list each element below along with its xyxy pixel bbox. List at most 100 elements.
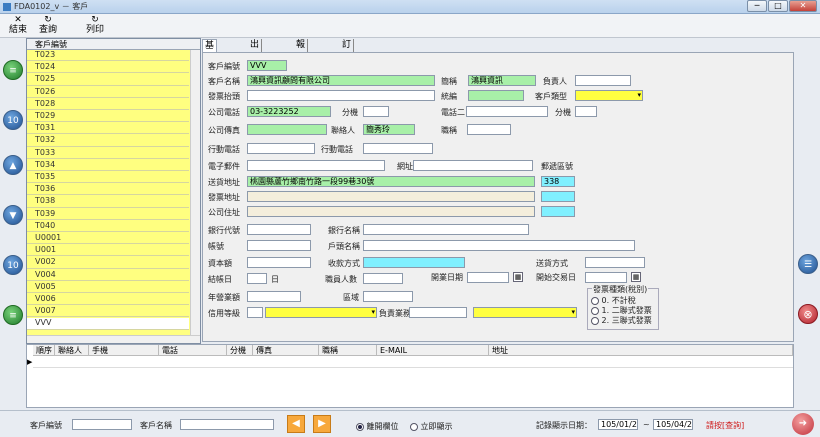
list-item[interactable]: T024: [27, 62, 189, 74]
list-item[interactable]: V005: [27, 282, 189, 294]
query-button[interactable]: ↻ 查詢: [33, 15, 63, 35]
maximize-button[interactable]: □: [768, 0, 788, 12]
email-label: 電子郵件: [208, 162, 240, 171]
bank-name-field[interactable]: [363, 224, 529, 235]
co-zip-field[interactable]: [541, 206, 575, 217]
ship-addr-field[interactable]: 桃園縣蘆竹鄉南竹路一段99巷30號: [247, 176, 535, 187]
title-field[interactable]: [467, 124, 511, 135]
phone-field[interactable]: 03-3223252: [247, 106, 331, 117]
new-row[interactable]: [33, 356, 793, 368]
calendar-icon[interactable]: ▦: [631, 272, 641, 282]
cust-no-field[interactable]: VVV: [247, 60, 287, 71]
closing-field[interactable]: [247, 273, 267, 284]
tab-shipping[interactable]: 出貨記錄: [248, 39, 263, 89]
tab-basic[interactable]: 基本資料: [202, 39, 218, 90]
list-item[interactable]: V004: [27, 270, 189, 281]
list-item[interactable]: U001: [27, 245, 189, 257]
inv-addr-field[interactable]: [247, 191, 535, 202]
account-field[interactable]: [247, 240, 311, 251]
list-scrollbar[interactable]: [190, 50, 200, 335]
list-item[interactable]: T040: [27, 221, 189, 233]
tab-quotes[interactable]: 報價記錄: [294, 39, 309, 89]
minimize-button[interactable]: ─: [747, 0, 767, 12]
owner-field[interactable]: [575, 75, 631, 86]
prev-page-button[interactable]: ◀: [287, 415, 305, 433]
list-item[interactable]: V007: [27, 306, 189, 318]
list-hscrollbar[interactable]: [27, 335, 200, 343]
inv-zip-field[interactable]: [541, 191, 575, 202]
radio-show-now[interactable]: 立即顯示: [410, 421, 453, 432]
payment-field[interactable]: [363, 257, 465, 268]
list-item[interactable]: T035: [27, 172, 189, 184]
credit-select[interactable]: [265, 307, 377, 318]
list-item[interactable]: T025: [27, 74, 189, 86]
list-item[interactable]: V006: [27, 294, 189, 306]
calendar-icon[interactable]: ▦: [513, 272, 523, 282]
date-to-field[interactable]: 105/04/23: [653, 419, 693, 430]
print-button[interactable]: ↻ 列印: [80, 15, 110, 35]
list-item[interactable]: T039: [27, 209, 189, 220]
credit-field[interactable]: [247, 307, 263, 318]
bottom-cust-no-field[interactable]: [72, 419, 132, 430]
staff-field[interactable]: [363, 273, 403, 284]
co-addr-field[interactable]: [247, 206, 535, 217]
list-item[interactable]: U0001: [27, 233, 189, 245]
close-button[interactable]: ✕: [789, 0, 817, 12]
exit-door-icon[interactable]: ➜: [792, 413, 814, 435]
bank-code-field[interactable]: [247, 224, 311, 235]
customer-list[interactable]: 客戶編號 T023 T024 T025 T026 T028 T029 T031 T032 T03…: [26, 38, 201, 344]
list-item[interactable]: T023: [27, 50, 189, 62]
tax-id-field[interactable]: [468, 90, 524, 101]
cust-name-field[interactable]: 鴻興資訊顧問有限公司: [247, 75, 435, 86]
exit-button[interactable]: ✕ 結束: [3, 15, 33, 35]
invoice-type-option-2[interactable]: 2. 三聯式發票: [591, 315, 652, 326]
delete-icon[interactable]: ⊗: [798, 304, 818, 324]
contacts-grid[interactable]: 順序 聯絡人 手機 電話 分機 傳真 職稱 E-MAIL 地址 ▶: [26, 344, 794, 408]
next-record-button[interactable]: ▼: [3, 205, 23, 225]
list-item[interactable]: VVV: [27, 318, 189, 330]
ext-field[interactable]: [363, 106, 389, 117]
phone2-field[interactable]: [466, 106, 548, 117]
email-field[interactable]: [247, 160, 385, 171]
capital-field[interactable]: [247, 257, 311, 268]
mobile-field[interactable]: [247, 143, 315, 154]
next-10-button[interactable]: 10: [3, 255, 23, 275]
list-item[interactable]: T033: [27, 148, 189, 159]
bottom-cust-name-field[interactable]: [180, 419, 274, 430]
list-item[interactable]: V002: [27, 257, 189, 269]
mobile2-field[interactable]: [363, 143, 433, 154]
list-item[interactable]: T036: [27, 184, 189, 196]
tab-orders[interactable]: 訂單記錄: [340, 39, 355, 89]
first-record-button[interactable]: ≡: [3, 60, 23, 80]
prev-record-button[interactable]: ▲: [3, 155, 23, 175]
invoice-title-field[interactable]: [247, 90, 435, 101]
fax-field[interactable]: [247, 124, 327, 135]
list-item[interactable]: T028: [27, 99, 189, 111]
list-item[interactable]: T029: [27, 111, 189, 123]
sales-select[interactable]: [473, 307, 577, 318]
list-item[interactable]: T026: [27, 87, 189, 98]
list-item[interactable]: T038: [27, 196, 189, 208]
account-name-field[interactable]: [363, 240, 635, 251]
last-record-button[interactable]: ≡: [3, 305, 23, 325]
list-view-icon[interactable]: ☰: [798, 254, 818, 274]
ext2-field[interactable]: [575, 106, 597, 117]
revenue-field[interactable]: [247, 291, 301, 302]
delivery-field[interactable]: [585, 257, 645, 268]
contact-field[interactable]: 簡秀玲: [363, 124, 415, 135]
cust-type-select[interactable]: [575, 90, 643, 101]
list-item[interactable]: T031: [27, 123, 189, 135]
list-item[interactable]: T034: [27, 160, 189, 172]
prev-10-button[interactable]: 10: [3, 110, 23, 130]
sales-field[interactable]: [409, 307, 467, 318]
open-date-field[interactable]: [467, 272, 509, 283]
short-name-field[interactable]: 鴻興資訊: [468, 75, 536, 86]
ship-zip-field[interactable]: 338: [541, 176, 575, 187]
start-trade-field[interactable]: [585, 272, 627, 283]
next-page-button[interactable]: ▶: [313, 415, 331, 433]
date-from-field[interactable]: 105/01/23: [598, 419, 638, 430]
list-item[interactable]: T032: [27, 135, 189, 147]
region-field[interactable]: [363, 291, 413, 302]
radio-leave-field[interactable]: 離開欄位: [356, 421, 399, 432]
website-field[interactable]: [413, 160, 533, 171]
